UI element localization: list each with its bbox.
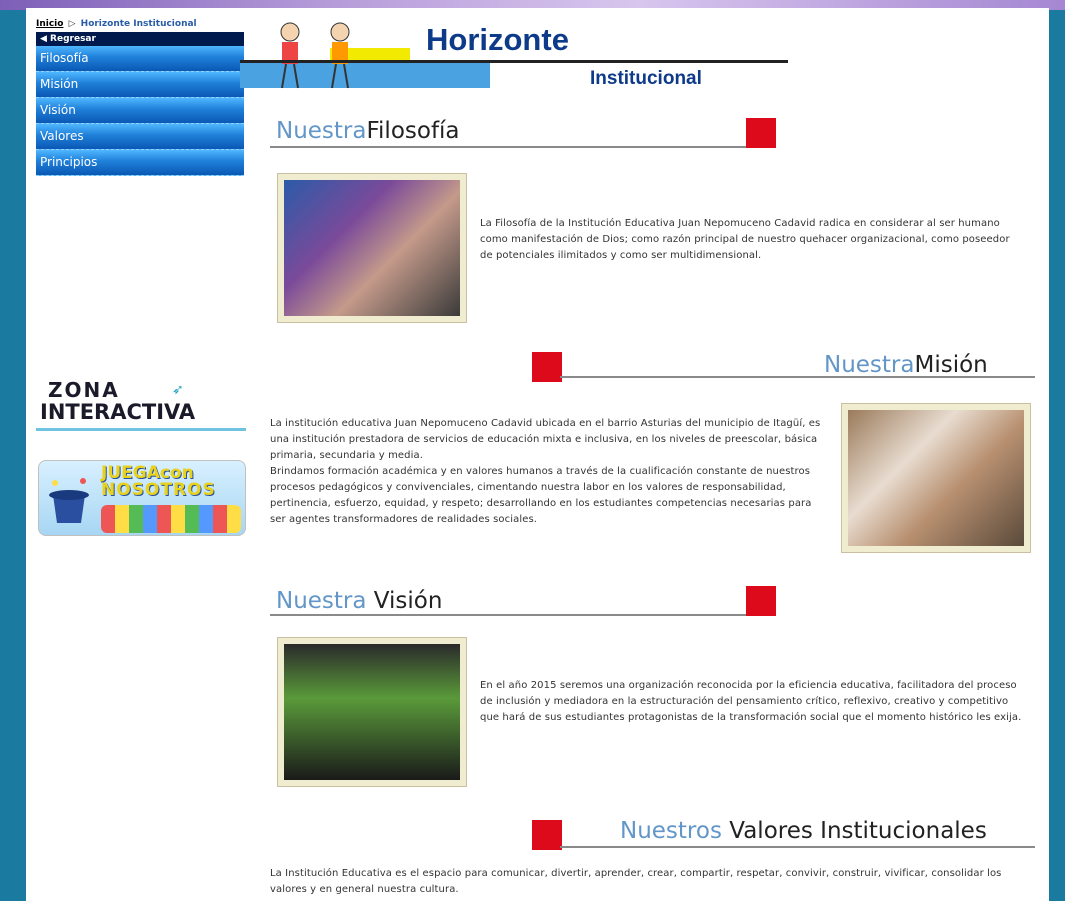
red-square-decoration (532, 352, 562, 382)
sidebar-item-mision[interactable]: Misión (36, 72, 244, 98)
interactiva-label: INTERACTIVA (40, 400, 196, 424)
sidebar-item-filosofia[interactable]: Filosofía (36, 46, 244, 72)
zona-interactiva-heading: ZONA ➶ INTERACTIVA (36, 378, 246, 431)
header-rule (240, 60, 788, 63)
sidebar-item-vision[interactable]: Visión (36, 98, 244, 124)
breadcrumb: Inicio ▷ Horizonte Institucional (36, 16, 244, 32)
filosofia-text: La Filosofía de la Institución Educativa… (480, 218, 1010, 261)
magic-hat-icon (49, 478, 89, 523)
section-rule (270, 146, 750, 148)
mision-photo (842, 404, 1030, 552)
section-title-valores: Nuestros Valores Institucionales (620, 818, 987, 844)
zona-label: ZONA (48, 378, 120, 402)
breadcrumb-home-link[interactable]: Inicio (36, 19, 63, 29)
page-title: Horizonte (426, 22, 569, 57)
vision-text: En el año 2015 seremos una organización … (480, 680, 1022, 723)
page-subtitle: Institucional (590, 68, 702, 89)
juega-con-nosotros-banner[interactable]: JUEGAcon NOSOTROS (38, 460, 246, 536)
back-button[interactable]: ◀ Regresar (36, 32, 244, 46)
sidebar-item-valores[interactable]: Valores (36, 124, 244, 150)
section-rule (270, 614, 750, 616)
cartoon-kids-logo (280, 22, 350, 89)
breadcrumb-current: Horizonte Institucional (80, 19, 197, 29)
valores-text: La Institución Educativa es el espacio p… (270, 868, 1002, 895)
zona-divider (36, 428, 246, 431)
nosotros-label: NOSOTROS (101, 480, 216, 500)
red-square-decoration (746, 118, 776, 148)
breadcrumb-separator-icon: ▷ (68, 19, 76, 29)
section-rule (560, 846, 1035, 848)
sidebar-nav: Inicio ▷ Horizonte Institucional ◀ Regre… (36, 16, 244, 176)
mision-text: La institución educativa Juan Nepomuceno… (270, 418, 821, 525)
section-title-mision: NuestraMisión (824, 352, 988, 378)
sidebar-item-principios[interactable]: Principios (36, 150, 244, 176)
filosofia-photo (278, 174, 466, 322)
kids-illustration (101, 505, 241, 533)
main-content: Horizonte Institucional NuestraFilosofía… (240, 8, 1035, 901)
section-title-vision: Nuestra Visión (276, 588, 443, 614)
section-title-filosofia: NuestraFilosofía (276, 118, 460, 144)
vision-photo (278, 638, 466, 786)
kite-icon: ➶ (172, 382, 184, 398)
red-square-decoration (746, 586, 776, 616)
red-square-decoration (532, 820, 562, 850)
page-header: Horizonte Institucional (240, 8, 800, 98)
